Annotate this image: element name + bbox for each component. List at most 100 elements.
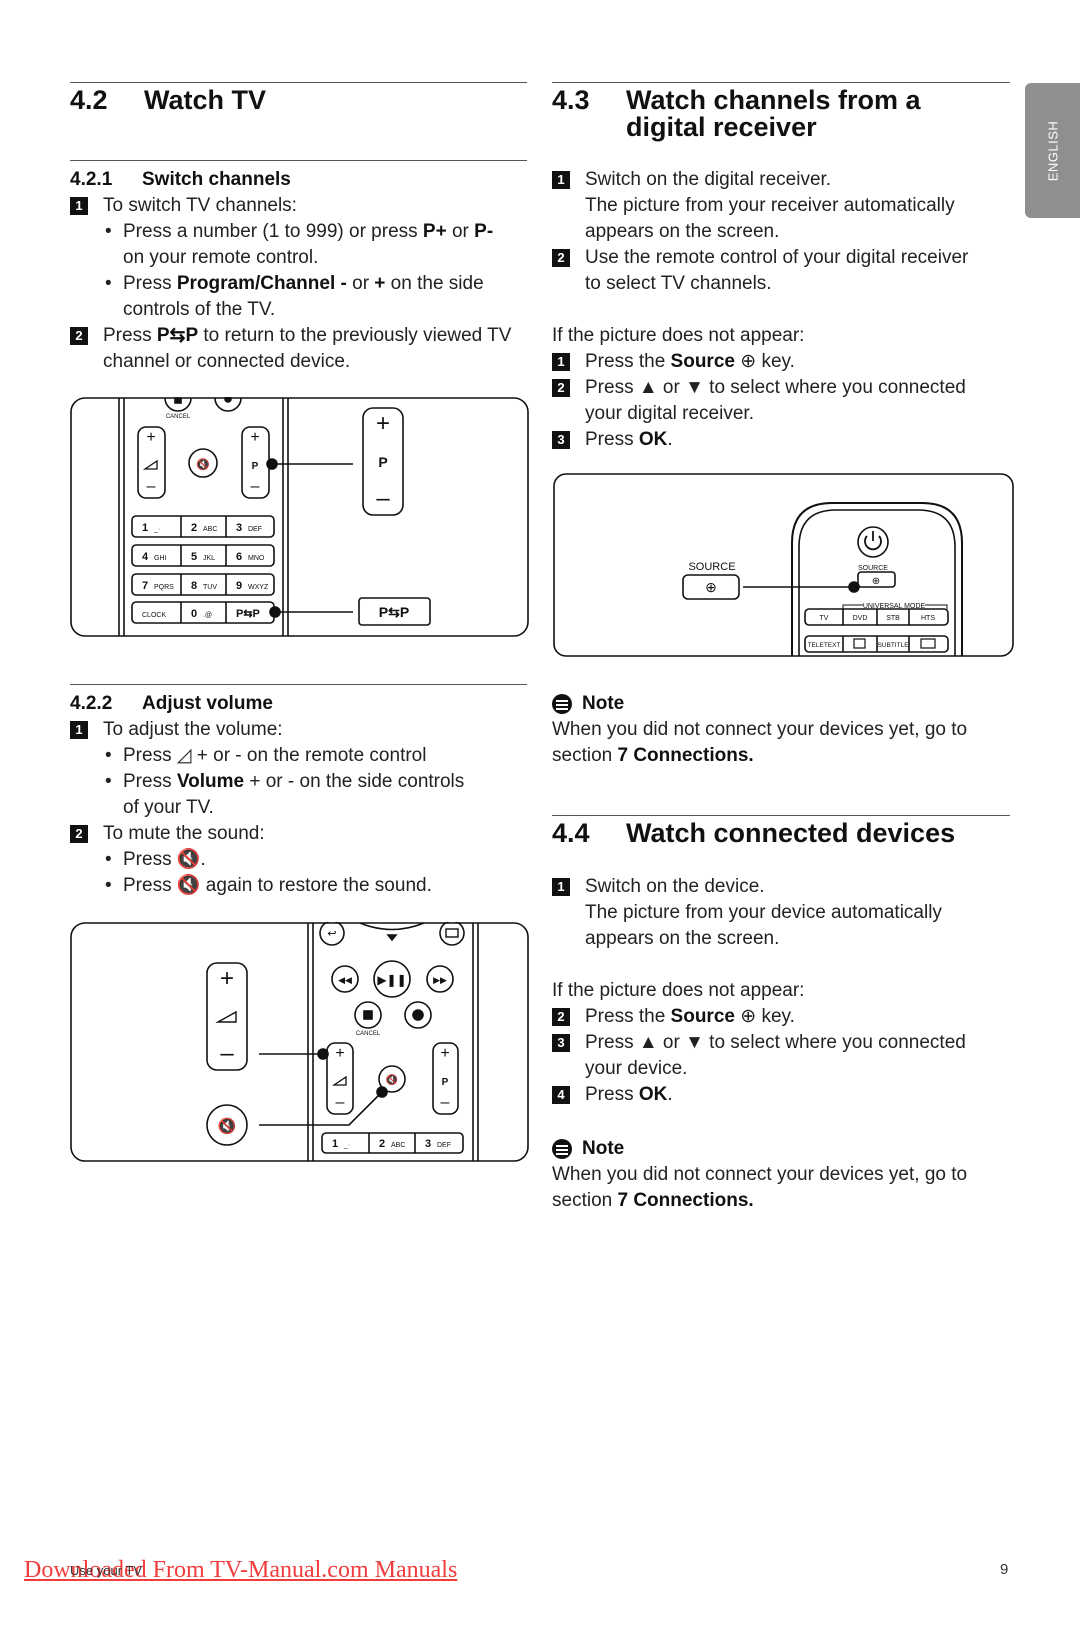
- remote-volume-diagram: ↩ ◀◀ ▶❚❚ ▶▶ CANCEL + – 🔇 + – 🔇 + P – 1 _·…: [70, 922, 529, 1162]
- key-sublabel: ABC: [203, 526, 217, 533]
- key-label: 1: [142, 522, 148, 534]
- key-sublabel: .@: [203, 612, 212, 619]
- svg-text:🔇: 🔇: [218, 1117, 237, 1135]
- key-sublabel: CLOCK: [142, 612, 166, 619]
- svg-text:–: –: [147, 478, 156, 495]
- mode-label: DVD: [853, 615, 868, 622]
- svg-text:+: +: [220, 965, 234, 992]
- key-sublabel: _·: [343, 1142, 350, 1149]
- key-label: 2: [191, 522, 197, 534]
- source-icon: ⊕: [740, 351, 757, 372]
- svg-text:◀◀: ◀◀: [338, 975, 352, 985]
- mode-label: HTS: [921, 615, 935, 622]
- section-heading-4-4: 4.4 Watch connected devices: [552, 818, 956, 848]
- svg-text:P⇆P: P⇆P: [379, 604, 409, 620]
- bullet: Press 🔇 again to restore the sound.: [70, 873, 530, 899]
- step-1: 1 Press the Source ⊕ key.: [552, 349, 1022, 375]
- language-tab: ENGLISH: [1025, 83, 1080, 218]
- bullet: Press 🔇.: [70, 847, 530, 873]
- svg-text:–: –: [376, 485, 390, 512]
- note-2: Note When you did not connect your devic…: [552, 1138, 968, 1211]
- key-label: 5: [191, 551, 197, 563]
- remote-source-diagram: SOURCE ⊕ SOURCE ⊕ UNIVERSAL MODE TV DVD ST…: [553, 473, 1014, 657]
- remote-channel-diagram: CANCEL + – 🔇 + P – + P – 1 _· 2 ABC 3 DEF 4 GHI…: [70, 397, 529, 637]
- svg-text:🔇: 🔇: [196, 458, 210, 471]
- key-sublabel: WXYZ: [248, 584, 269, 591]
- key-sublabel: JKL: [203, 555, 215, 562]
- key-label: 3: [236, 522, 242, 534]
- step-2: 2 Use the remote control of your digital …: [552, 245, 1022, 297]
- footer-section-label: Use your TV: [70, 1563, 143, 1578]
- svg-text:SUBTITLE: SUBTITLE: [877, 642, 909, 649]
- mute-icon: 🔇: [176, 849, 201, 870]
- bullet: Press a number (1 to 999) or press P+ or…: [70, 219, 530, 271]
- key-sublabel: _·: [153, 526, 160, 533]
- divider: [552, 82, 1010, 83]
- page-number: 9: [1000, 1561, 1009, 1578]
- svg-text:P: P: [252, 461, 259, 472]
- svg-text:⊕: ⊕: [872, 576, 880, 587]
- svg-text:SOURCE: SOURCE: [688, 561, 735, 573]
- divider: [552, 815, 1010, 816]
- key-sublabel: ABC: [391, 1142, 405, 1149]
- svg-text:+: +: [376, 410, 390, 437]
- step-2: 2 To mute the sound:: [70, 821, 530, 847]
- svg-text:+: +: [440, 1045, 449, 1062]
- key-label: 6: [236, 551, 242, 563]
- key-sublabel: DEF: [437, 1142, 451, 1149]
- section-4-3: 1 Switch on the digital receiver. The pic…: [552, 167, 1022, 453]
- section-4-2-1: 4.2.1 Switch channels 1 To switch TV chann…: [70, 167, 530, 375]
- step-1: 1 To adjust the volume:: [70, 717, 530, 743]
- step-3: 3 Press ▲ or ▼ to select where you connec…: [552, 1030, 1022, 1082]
- svg-text:+: +: [335, 1045, 344, 1062]
- svg-text:+: +: [146, 429, 155, 446]
- key-label: 7: [142, 580, 148, 592]
- key-sublabel: TUV: [203, 584, 217, 591]
- key-label: 0: [191, 608, 197, 620]
- svg-text:–: –: [336, 1094, 345, 1111]
- step-1: 1 Switch on the device. The picture from …: [552, 874, 1022, 952]
- key-sublabel: MNO: [248, 555, 265, 562]
- svg-text:P: P: [378, 454, 387, 470]
- subsection-heading: 4.2.2 Adjust volume: [70, 693, 273, 714]
- key-label: 1: [332, 1138, 338, 1150]
- step-2: 2 Press P⇆P to return to the previously v…: [70, 323, 530, 375]
- svg-text:–: –: [220, 1040, 234, 1067]
- svg-text:P: P: [442, 1077, 449, 1088]
- volume-icon: ◿: [176, 745, 192, 766]
- section-4-4: 1 Switch on the device. The picture from …: [552, 874, 1022, 1108]
- svg-text:CANCEL: CANCEL: [166, 414, 191, 420]
- svg-text:TELETEXT: TELETEXT: [808, 642, 841, 649]
- note-icon: [552, 1139, 572, 1159]
- step-1: 1 To switch TV channels:: [70, 193, 530, 219]
- svg-text:–: –: [441, 1094, 450, 1111]
- source-icon: ⊕: [740, 1006, 757, 1027]
- subsection-heading: 4.2.1 Switch channels: [70, 169, 291, 190]
- svg-text:+: +: [250, 429, 259, 446]
- step-4: 4 Press OK.: [552, 1082, 1022, 1108]
- divider: [70, 82, 527, 83]
- section-heading-4-3: 4.3 Watch channels from a digital receive…: [552, 85, 921, 142]
- key-label: 4: [142, 551, 149, 563]
- divider: [70, 684, 527, 685]
- note-1: Note When you did not connect your devic…: [552, 693, 968, 766]
- key-sublabel: GHI: [154, 555, 167, 562]
- section-heading-4-2: 4.2 Watch TV: [70, 85, 267, 115]
- bullet: Press ◿ + or - on the remote control: [70, 743, 530, 769]
- mode-label: TV: [820, 615, 829, 622]
- key-label: 3: [425, 1138, 431, 1150]
- step-2: 2 Press the Source ⊕ key.: [552, 1004, 1022, 1030]
- note-icon: [552, 694, 572, 714]
- svg-text:🔇: 🔇: [386, 1073, 398, 1086]
- svg-text:⊕: ⊕: [705, 579, 717, 595]
- step-2: 2 Press ▲ or ▼ to select where you connec…: [552, 375, 1022, 427]
- section-4-2-2: 4.2.2 Adjust volume 1 To adjust the volume…: [70, 691, 530, 899]
- mode-label: STB: [886, 615, 900, 622]
- svg-text:–: –: [251, 478, 260, 495]
- step-1: 1 Switch on the digital receiver. The pic…: [552, 167, 1022, 245]
- bullet: Press Volume + or - on the side controls…: [70, 769, 530, 821]
- key-label: 2: [379, 1138, 385, 1150]
- svg-text:▶❚❚: ▶❚❚: [377, 973, 406, 987]
- divider: [70, 160, 527, 161]
- key-label: 9: [236, 580, 242, 592]
